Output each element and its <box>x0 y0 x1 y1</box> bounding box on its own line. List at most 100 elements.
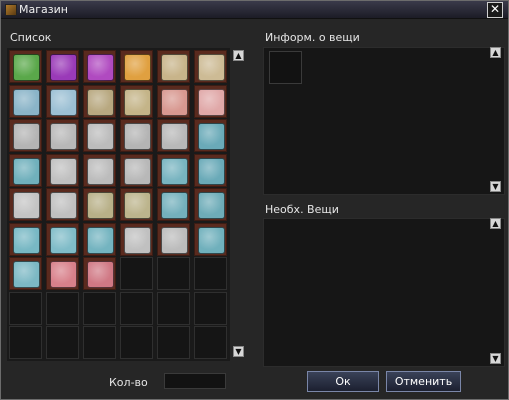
item-slot[interactable] <box>9 257 42 290</box>
item-slot[interactable] <box>194 119 227 152</box>
empty-slot[interactable] <box>194 257 227 290</box>
item-slot[interactable] <box>46 257 79 290</box>
blue-manual-icon <box>161 192 188 219</box>
blue-manual-icon <box>50 226 77 254</box>
gray-manual-icon <box>50 157 77 185</box>
item-slot[interactable] <box>120 188 153 221</box>
item-slot[interactable] <box>157 188 190 221</box>
empty-slot[interactable] <box>120 326 153 359</box>
gray-manual-icon <box>87 123 114 150</box>
item-slot[interactable] <box>83 153 116 187</box>
empty-slot[interactable] <box>120 257 153 290</box>
list-scroll-up-button[interactable]: ▲ <box>233 50 244 61</box>
empty-slot[interactable] <box>9 291 42 325</box>
title-bar[interactable]: Магазин ✕ <box>1 1 508 19</box>
empty-slot[interactable] <box>157 326 190 359</box>
tan-manual-icon <box>124 192 151 219</box>
required-scroll-up-button[interactable]: ▲ <box>490 218 501 229</box>
item-slot[interactable] <box>46 50 79 83</box>
gray-manual-icon <box>13 123 40 150</box>
quantity-label: Кол-во <box>109 376 148 389</box>
gray-manual-icon <box>161 123 188 150</box>
list-label: Список <box>10 31 52 44</box>
item-slot[interactable] <box>83 222 116 256</box>
item-slot[interactable] <box>120 222 153 256</box>
item-slot[interactable] <box>9 119 42 152</box>
shop-icon <box>5 4 17 16</box>
empty-slot[interactable] <box>83 291 116 325</box>
empty-slot[interactable] <box>46 291 79 325</box>
item-slot[interactable] <box>194 188 227 221</box>
empty-slot[interactable] <box>194 291 227 325</box>
item-slot[interactable] <box>157 222 190 256</box>
item-slot[interactable] <box>46 153 79 187</box>
list-scroll-down-button[interactable]: ▼ <box>233 346 244 357</box>
blue-manual-icon <box>198 192 225 219</box>
scroll-icon <box>161 54 188 81</box>
gray-manual-icon <box>124 157 151 185</box>
green-potion-icon <box>13 54 40 81</box>
item-slot[interactable] <box>83 50 116 83</box>
empty-slot[interactable] <box>120 291 153 325</box>
item-slot[interactable] <box>157 84 190 118</box>
empty-slot[interactable] <box>194 326 227 359</box>
item-slot[interactable] <box>46 119 79 152</box>
item-slot[interactable] <box>83 188 116 221</box>
item-slot[interactable] <box>194 222 227 256</box>
required-label: Необх. Вещи <box>265 203 339 216</box>
blue-manual-icon <box>13 261 40 288</box>
blue-manual-icon <box>198 123 225 150</box>
blue-manual-icon <box>198 226 225 254</box>
item-slot[interactable] <box>157 119 190 152</box>
window-title: Магазин <box>19 3 68 16</box>
item-slot[interactable] <box>9 188 42 221</box>
required-scroll-down-button[interactable]: ▼ <box>490 353 501 364</box>
ok-button[interactable]: Ок <box>307 371 379 392</box>
tan-map-icon <box>124 88 151 116</box>
item-slot[interactable] <box>9 84 42 118</box>
blue-manual-icon <box>87 226 114 254</box>
item-slot[interactable] <box>83 84 116 118</box>
item-slot[interactable] <box>157 153 190 187</box>
info-scroll-up-button[interactable]: ▲ <box>490 47 501 58</box>
item-slot[interactable] <box>194 84 227 118</box>
orange-flask-icon <box>124 54 151 81</box>
gray-manual-icon <box>50 192 77 219</box>
close-button[interactable]: ✕ <box>487 2 503 18</box>
item-slot[interactable] <box>120 50 153 83</box>
item-grid <box>7 48 230 361</box>
pink-map-icon <box>198 88 225 116</box>
info-scroll-down-button[interactable]: ▼ <box>490 181 501 192</box>
pink-map-icon <box>161 88 188 116</box>
required-panel <box>263 218 505 367</box>
empty-slot[interactable] <box>157 291 190 325</box>
empty-slot[interactable] <box>46 326 79 359</box>
item-slot[interactable] <box>9 50 42 83</box>
gray-manual-icon <box>161 226 188 254</box>
empty-slot[interactable] <box>157 257 190 290</box>
item-slot[interactable] <box>46 188 79 221</box>
cancel-button[interactable]: Отменить <box>386 371 461 392</box>
tan-manual-icon <box>87 192 114 219</box>
purple-potion-icon <box>50 54 77 81</box>
item-slot[interactable] <box>9 153 42 187</box>
item-slot[interactable] <box>83 119 116 152</box>
item-slot[interactable] <box>46 222 79 256</box>
item-slot[interactable] <box>157 50 190 83</box>
blue-manual-icon <box>161 157 188 185</box>
item-slot[interactable] <box>83 257 116 290</box>
item-slot[interactable] <box>120 119 153 152</box>
item-slot[interactable] <box>194 153 227 187</box>
empty-slot[interactable] <box>83 326 116 359</box>
item-slot[interactable] <box>194 50 227 83</box>
item-slot[interactable] <box>120 153 153 187</box>
item-slot[interactable] <box>120 84 153 118</box>
gray-manual-icon <box>13 192 40 219</box>
gray-manual-icon <box>50 123 77 150</box>
item-slot[interactable] <box>9 222 42 256</box>
empty-slot[interactable] <box>9 326 42 359</box>
item-slot[interactable] <box>46 84 79 118</box>
pink-manual-icon <box>87 261 114 288</box>
blue-map-icon <box>50 88 77 116</box>
quantity-input[interactable] <box>164 373 226 389</box>
